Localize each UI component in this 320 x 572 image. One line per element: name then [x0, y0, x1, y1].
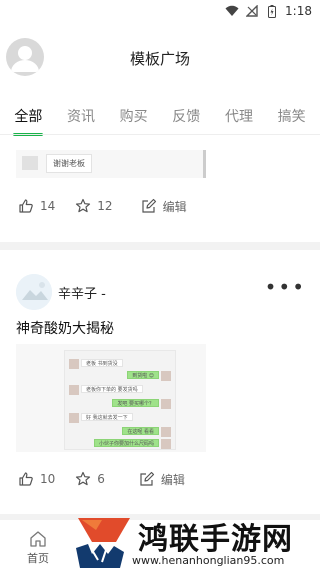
post-actions: 10 6 编辑	[18, 469, 208, 489]
star-icon	[76, 471, 91, 486]
tab-all[interactable]: 全部	[14, 100, 42, 134]
thumbs-up-icon	[19, 472, 33, 486]
edit-icon	[140, 471, 155, 486]
nav-home[interactable]: 首页	[22, 530, 54, 566]
like-button[interactable]: 14	[18, 198, 55, 214]
tabs-divider	[0, 134, 320, 135]
edit-label: 编辑	[162, 199, 187, 214]
star-count: 12	[97, 199, 113, 213]
thumbs-up-icon	[19, 199, 33, 213]
edit-label: 编辑	[160, 472, 185, 487]
chat-avatar	[161, 439, 171, 449]
chat-message: 好 我这就去发一下	[81, 413, 133, 421]
chat-avatar	[69, 385, 79, 395]
wifi-icon	[225, 4, 239, 18]
app-header: 模板广场	[0, 30, 320, 86]
tab-agent[interactable]: 代理	[225, 100, 253, 134]
home-icon	[30, 531, 46, 547]
chat-avatar	[161, 427, 171, 437]
post-title[interactable]: 神奇酸奶大揭秘	[16, 318, 114, 338]
tab-feedback[interactable]: 反馈	[172, 100, 200, 134]
watermark-url: www.henanhonglian95.com	[132, 554, 285, 567]
watermark-title: 鸿联手游网	[138, 522, 293, 557]
watermark: 鸿联手游网 www.henanhonglian95.com	[72, 514, 320, 572]
chat-message: 老板你下单的 要发货吗	[81, 385, 143, 393]
chat-screenshot: 老板 书到货没 到货啦 😊 老板你下单的 要发货吗 发吧 要买哪个？ 好 我这就…	[64, 350, 176, 450]
chat-bubble: 谢谢老板	[46, 154, 92, 173]
watermark-logo	[76, 518, 130, 568]
status-bar: 1:18	[0, 0, 320, 22]
chat-message: 在这呢 看看	[122, 427, 159, 435]
tab-news[interactable]: 资讯	[67, 100, 95, 134]
edit-button[interactable]: 编辑	[141, 198, 187, 215]
page-title: 模板广场	[129, 50, 190, 68]
section-divider	[0, 242, 320, 250]
nav-home-label: 首页	[27, 552, 49, 565]
star-icon	[76, 198, 91, 213]
no-signal-icon	[245, 4, 259, 18]
post-author-row: 辛辛子 - •••	[16, 274, 306, 310]
tab-purchase[interactable]: 购买	[120, 100, 148, 134]
tab-funny[interactable]: 搞笑	[278, 100, 306, 134]
post-actions: 14 12 编辑	[18, 196, 208, 216]
status-time: 1:18	[285, 4, 312, 18]
edit-button[interactable]: 编辑	[139, 471, 185, 488]
star-count: 6	[97, 472, 105, 486]
chat-message: 发吧 要买哪个？	[112, 399, 159, 407]
chat-avatar	[69, 359, 79, 369]
chat-message: 小伙子你要加什么尺码吗	[93, 439, 159, 447]
post-image[interactable]: 谢谢老板	[16, 150, 206, 178]
chat-message: 老板 书到货没	[81, 359, 123, 367]
like-count: 14	[40, 199, 56, 213]
user-avatar[interactable]	[16, 274, 52, 310]
battery-icon	[265, 4, 279, 18]
favorite-button[interactable]: 6	[75, 471, 105, 487]
favorite-button[interactable]: 12	[75, 198, 113, 214]
chat-message: 到货啦 😊	[127, 371, 159, 379]
post-image[interactable]: 老板 书到货没 到货啦 😊 老板你下单的 要发货吗 发吧 要买哪个？ 好 我这就…	[16, 344, 206, 452]
chat-avatar	[161, 399, 171, 409]
like-button[interactable]: 10	[18, 471, 55, 487]
chat-avatar	[69, 413, 79, 423]
like-count: 10	[40, 472, 56, 486]
edit-icon	[141, 198, 156, 213]
image-placeholder-icon	[22, 156, 38, 170]
chat-avatar	[161, 371, 171, 381]
more-options-icon[interactable]: •••	[265, 277, 306, 297]
author-name[interactable]: 辛辛子 -	[58, 283, 106, 302]
category-tabs: 全部 资讯 购买 反馈 代理 搞笑	[0, 100, 320, 134]
